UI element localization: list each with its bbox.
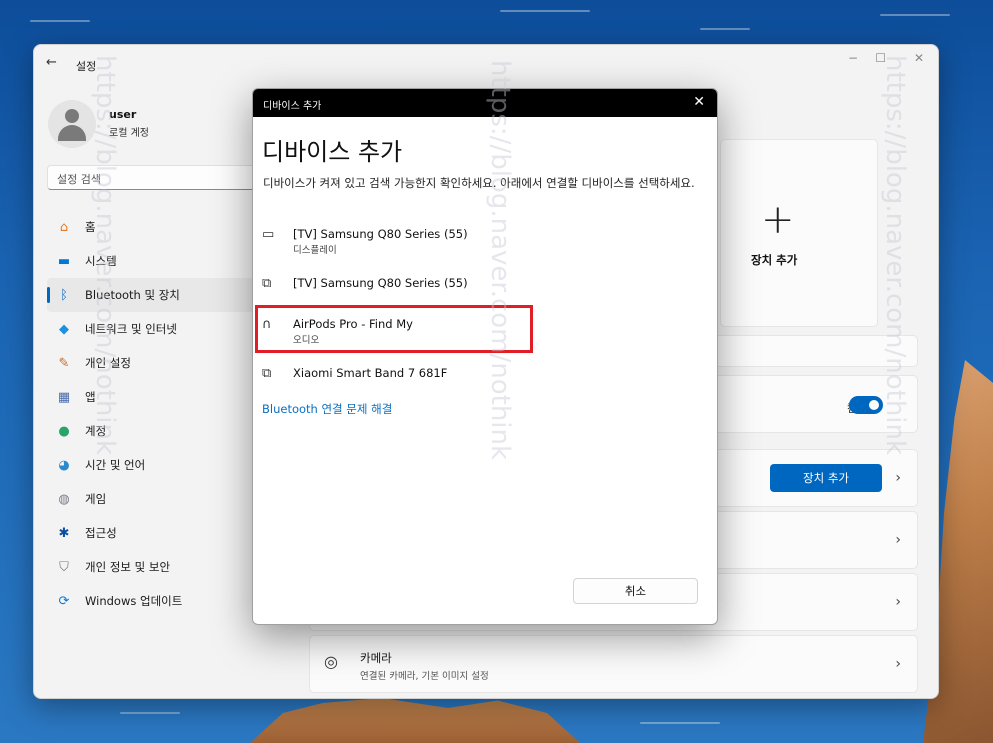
title-bar: ← 설정 − ☐ ✕ [34,45,938,81]
shield-icon: ⛉ [59,559,69,575]
bluetooth-icon: ᛒ [60,287,68,303]
minimize-icon[interactable]: − [848,51,858,65]
sidebar-item-label: 네트워크 및 인터넷 [85,322,177,336]
sidebar-item-label: 게임 [85,492,107,506]
dialog-description: 디바이스가 켜져 있고 검색 가능한지 확인하세요. 아래에서 연결할 디바이스… [263,176,695,190]
globe-clock-icon: ◕ [58,457,70,473]
add-device-tile[interactable]: + 장치 추가 [720,139,878,327]
cancel-button[interactable]: 취소 [573,578,698,604]
add-device-button[interactable]: 장치 추가 [770,464,882,492]
sidebar-item-label: 앱 [85,390,96,404]
dialog-heading: 디바이스 추가 [262,138,403,166]
monitor-icon: ▭ [262,227,275,242]
troubleshoot-link[interactable]: Bluetooth 연결 문제 해결 [262,401,392,417]
chevron-right-icon: › [895,470,901,486]
chevron-right-icon: › [895,594,901,610]
camera-title: 카메라 [360,651,392,665]
maximize-icon[interactable]: ☐ [875,51,886,65]
device-item[interactable]: ⧉ [TV] Samsung Q80 Series (55) [253,274,717,300]
brush-icon: ✎ [58,355,70,371]
add-device-tile-label: 장치 추가 [751,253,798,267]
system-icon: ▬ [57,253,71,269]
account-type: 로컬 계정 [109,128,149,139]
device-name: Xiaomi Smart Band 7 681F [293,366,448,380]
dialog-bar-title: 디바이스 추가 [263,101,322,112]
sidebar-item-label: 홈 [85,220,96,234]
network-icon: ◆ [59,321,69,337]
device-name: [TV] Samsung Q80 Series (55) [293,276,468,290]
sidebar-item-label: 개인 정보 및 보안 [85,560,171,574]
sidebar-item-label: 시스템 [85,254,117,268]
sidebar-item-label: Bluetooth 및 장치 [85,288,180,302]
chevron-right-icon: › [895,656,901,672]
window-title: 설정 [76,60,97,73]
plus-icon: + [761,197,795,243]
sidebar-item-label: 계정 [85,424,107,438]
sidebar-item-label: 시간 및 언어 [85,458,146,472]
avatar [48,100,96,148]
camera-subtitle: 연결된 카메라, 기본 이미지 설정 [360,671,489,682]
user-name: user [109,108,137,121]
chevron-right-icon: › [895,532,901,548]
apps-icon: ▦ [57,389,71,405]
dialog-title-bar: 디바이스 추가 ✕ [253,89,717,117]
update-icon: ⟳ [58,593,70,609]
home-icon: ⌂ [59,219,69,235]
sidebar-item-label: 접근성 [85,526,117,540]
camera-row[interactable]: ◎ 카메라 연결된 카메라, 기본 이미지 설정 › [309,635,918,693]
device-icon: ⧉ [262,366,272,381]
device-name: [TV] Samsung Q80 Series (55) [293,227,468,241]
device-item[interactable]: ⧉ Xiaomi Smart Band 7 681F [253,364,717,390]
camera-icon: ◎ [324,652,338,671]
account-icon: ● [58,423,70,439]
sidebar-item-label: Windows 업데이트 [85,594,183,608]
add-device-dialog: 디바이스 추가 ✕ 디바이스 추가 디바이스가 켜져 있고 검색 가능한지 확인… [252,88,718,625]
dialog-close-icon[interactable]: ✕ [693,94,705,110]
accessibility-icon: ✱ [58,525,70,541]
gamepad-icon: ◍ [58,491,70,507]
close-icon[interactable]: ✕ [914,51,924,65]
device-icon: ⧉ [262,276,272,291]
bluetooth-toggle[interactable] [849,396,883,414]
back-arrow-icon[interactable]: ← [46,55,57,70]
device-type: 디스플레이 [293,245,337,256]
highlight-box [255,305,533,353]
sidebar-item-label: 개인 설정 [85,356,131,370]
device-item[interactable]: ▭ [TV] Samsung Q80 Series (55) 디스플레이 [253,225,717,261]
